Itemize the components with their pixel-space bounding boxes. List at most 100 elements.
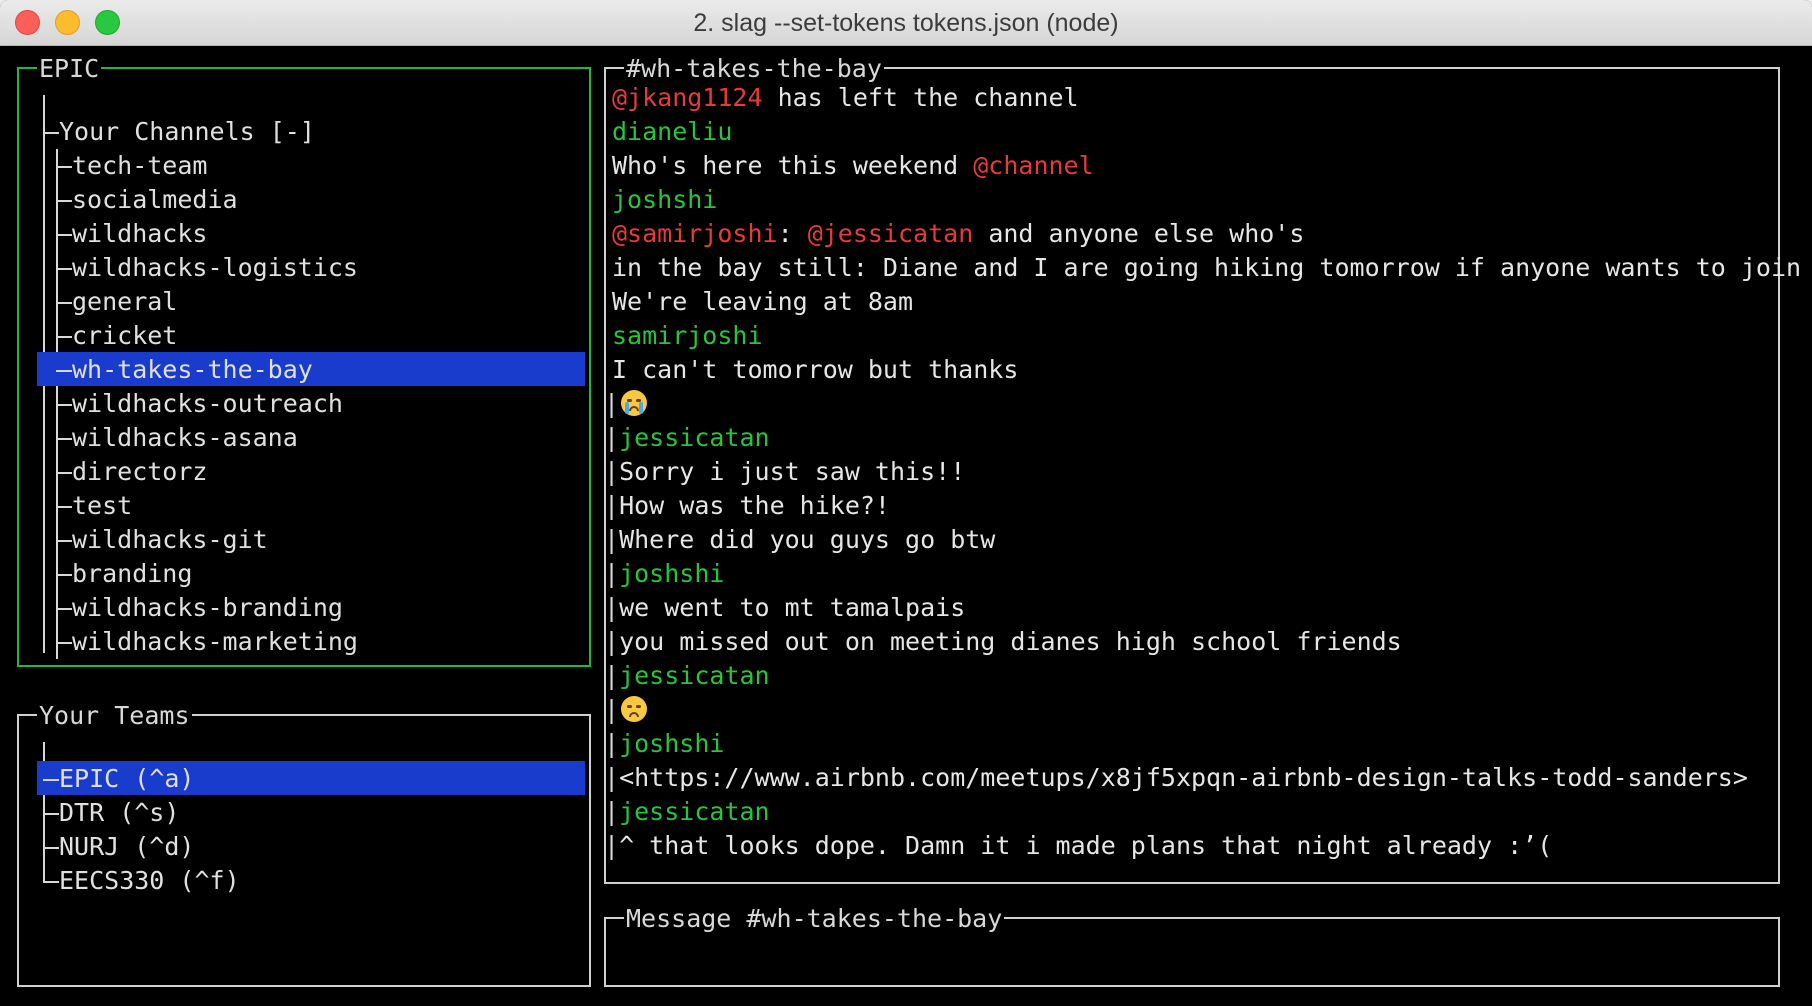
tree-branch [56,404,72,406]
channel-item-test[interactable]: test [72,489,132,523]
tree-branch [56,336,72,338]
channel-item-wh-takes-the-bay[interactable]: wh-takes-the-bay [72,353,313,387]
window-title: 2. slag --set-tokens tokens.json (node) [693,9,1119,37]
message-line: | [604,693,648,727]
mention[interactable]: @jessicatan [808,219,974,248]
message-text: Where did you guys go btw [619,525,996,554]
channel-item-wildhacks-branding[interactable]: wildhacks-branding [72,591,343,625]
thread-pipe: | [604,593,620,622]
message-line: |^ that looks dope. Damn it i made plans… [604,829,1552,863]
team-item[interactable]: NURJ (^d) [59,830,194,864]
message-line: |<https://www.airbnb.com/meetups/x8jf5xp… [604,761,1748,795]
message-line: We're leaving at 8am [612,285,913,319]
tree-branch [56,506,72,508]
teams-panel: Your Teams EPIC (^a) DTR (^s) NURJ (^d) EEC… [17,701,591,987]
teams-panel-label: Your Teams [37,701,192,731]
username[interactable]: dianeliu [612,117,732,146]
message-line: |we went to mt tamalpais [604,591,965,625]
tree-branch [56,370,72,372]
message-input-label: Message #wh-takes-the-bay [624,904,1005,934]
channel-item-tech-team[interactable]: tech-team [72,149,207,183]
tree-branch [43,881,59,883]
channel-item-wildhacks[interactable]: wildhacks [72,217,207,251]
message-text: We're leaving at 8am [612,287,914,316]
thread-pipe: | [604,695,620,724]
thread-pipe: | [604,627,620,656]
message-author: |jessicatan [604,795,770,829]
channels-panel-label: EPIC [37,54,102,84]
message-author: joshshi [612,183,717,217]
message-text: ^ that looks dope. Damn it i made plans … [619,831,1553,860]
tree-branch [56,540,72,542]
tree-branch [56,642,72,644]
message-line: I can't tomorrow but thanks [612,353,1018,387]
tree-branch [56,234,72,236]
channel-item-wildhacks-logistics[interactable]: wildhacks-logistics [72,251,358,285]
team-item[interactable]: DTR (^s) [59,796,179,830]
message-author: |joshshi [604,727,724,761]
message-input-panel[interactable]: Message #wh-takes-the-bay [604,904,1780,987]
message-line: | [604,387,648,421]
chat-panel-label: #wh-takes-the-bay [624,54,884,84]
message-text: How was the hike?! [619,491,890,520]
mention[interactable]: @jkang1124 [612,83,763,112]
username[interactable]: jessicatan [619,797,770,826]
tree-branch [56,472,72,474]
mention[interactable]: @channel [973,151,1093,180]
channel-item-wildhacks-asana[interactable]: wildhacks-asana [72,421,298,455]
channel-item-directorz[interactable]: directorz [72,455,207,489]
username[interactable]: joshshi [619,559,724,588]
tree-branch [43,813,59,815]
crying-face-icon [621,390,648,416]
channel-item-wildhacks-marketing[interactable]: wildhacks-marketing [72,625,358,659]
message-line: |Sorry i just saw this!! [604,455,965,489]
tree-branch [56,608,72,610]
message-text: you missed out on meeting dianes high sc… [619,627,1402,656]
message-text: Who's here this weekend [612,151,974,180]
message-line: |How was the hike?! [604,489,890,523]
message-line: in the bay still: Diane and I are going … [612,251,1801,285]
message-line: @samirjoshi: @jessicatan and anyone else… [612,217,1304,251]
username[interactable]: jessicatan [619,423,770,452]
terminal-area: EPIC Your Channels [-] tech-team socialmed… [0,47,1812,1006]
team-item[interactable]: EPIC (^a) [59,762,194,796]
channel-item-wildhacks-outreach[interactable]: wildhacks-outreach [72,387,343,421]
message-author: dianeliu [612,115,732,149]
username[interactable]: joshshi [619,729,724,758]
message-line: |Where did you guys go btw [604,523,995,557]
tree-branch [56,438,72,440]
tree-branch [43,779,59,781]
tree-branch [43,847,59,849]
channel-item-general[interactable]: general [72,285,177,319]
thread-pipe: | [604,423,620,452]
channels-header-toggle[interactable]: Your Channels [-] [59,115,315,149]
pensive-face-icon [621,696,648,722]
channel-item-branding[interactable]: branding [72,557,192,591]
team-item[interactable]: EECS330 (^f) [59,864,240,898]
tree-branch [56,268,72,270]
channel-item-wildhacks-git[interactable]: wildhacks-git [72,523,268,557]
channel-item-socialmedia[interactable]: socialmedia [72,183,238,217]
thread-pipe: | [604,389,620,418]
tree-branch [56,166,72,168]
thread-pipe: | [604,559,620,588]
terminal-window: 2. slag --set-tokens tokens.json (node) … [0,0,1812,1006]
message-line: Who's here this weekend @channel [612,149,1094,183]
tree-branch [56,574,72,576]
thread-pipe: | [604,661,620,690]
message-author: |jessicatan [604,659,770,693]
mention[interactable]: @samirjoshi [612,219,778,248]
message-text: and anyone else who's [973,219,1305,248]
channel-item-cricket[interactable]: cricket [72,319,177,353]
message-text: <https://www.airbnb.com/meetups/x8jf5xpq… [619,763,1748,792]
thread-pipe: | [604,525,620,554]
tree-branch [43,132,59,134]
username[interactable]: joshshi [612,185,717,214]
message-text: in the bay still: Diane and I are going … [612,253,1802,282]
thread-pipe: | [604,763,620,792]
message-text: has left the channel [762,83,1079,112]
username[interactable]: jessicatan [619,661,770,690]
message-text: : [777,219,808,248]
username[interactable]: samirjoshi [612,321,763,350]
thread-pipe: | [604,729,620,758]
